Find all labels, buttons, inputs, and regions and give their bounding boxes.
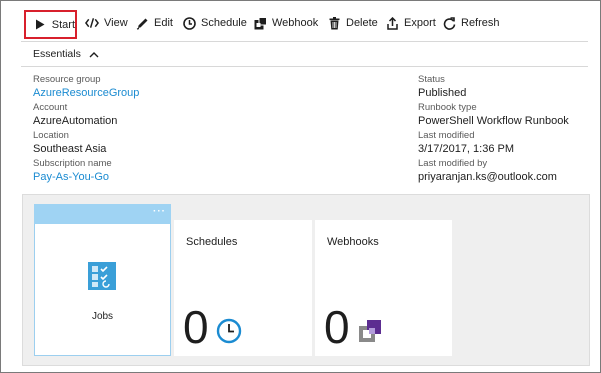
webhook-button[interactable]: Webhook (253, 11, 318, 35)
start-label: Start (51, 18, 75, 31)
prop-value: PowerShell Workflow Runbook (418, 115, 569, 127)
pencil-icon (135, 16, 149, 30)
prop-label: Account (33, 102, 68, 113)
essentials-label: Essentials (33, 48, 81, 60)
subscription-link[interactable]: Pay-As-You-Go (33, 170, 112, 185)
prop-runbook-type: Runbook type PowerShell Workflow Runbook (418, 102, 569, 129)
prop-label: Resource group (33, 74, 101, 85)
chevron-up-icon (89, 51, 99, 58)
schedule-label: Schedule (201, 17, 247, 29)
code-icon (85, 16, 99, 30)
tiles-area: ··· Jobs Schedules 0 Webhooks 0 (22, 194, 590, 366)
prop-value: 3/17/2017, 1:36 PM (418, 143, 515, 155)
refresh-label: Refresh (461, 17, 500, 29)
prop-label: Subscription name (33, 158, 112, 169)
export-label: Export (404, 17, 436, 29)
prop-value: Southeast Asia (33, 143, 107, 155)
prop-value: priyaranjan.ks@outlook.com (418, 171, 557, 183)
essentials-toggle[interactable]: Essentials (21, 41, 588, 67)
tile-menu-icon[interactable]: ··· (153, 206, 166, 217)
prop-status: Status Published (418, 74, 466, 101)
export-button[interactable]: Export (385, 11, 436, 35)
jobs-tile[interactable]: ··· Jobs (34, 204, 171, 356)
edit-button[interactable]: Edit (135, 11, 173, 35)
view-label: View (104, 17, 128, 29)
webhooks-tile[interactable]: Webhooks 0 (315, 220, 452, 356)
schedules-count: 0 (183, 301, 209, 353)
command-bar: Start View Edit Schedule Webhook Delete … (1, 1, 600, 41)
schedule-button[interactable]: Schedule (182, 11, 247, 35)
prop-last-modified-by: Last modified by priyaranjan.ks@outlook.… (418, 158, 557, 185)
prop-label: Status (418, 74, 445, 85)
webhooks-count: 0 (324, 301, 350, 353)
prop-location: Location Southeast Asia (33, 130, 106, 157)
delete-label: Delete (346, 17, 378, 29)
schedules-title: Schedules (186, 236, 238, 248)
refresh-button[interactable]: Refresh (442, 11, 500, 35)
webhook-icon (357, 318, 383, 344)
jobs-label: Jobs (91, 311, 114, 322)
prop-last-modified: Last modified 3/17/2017, 1:36 PM (418, 130, 514, 157)
prop-label: Last modified by (418, 158, 488, 169)
clock-icon (216, 318, 242, 344)
prop-label: Runbook type (418, 102, 477, 113)
delete-button[interactable]: Delete (327, 11, 378, 35)
webhook-icon (253, 16, 267, 30)
prop-label: Location (33, 130, 69, 141)
edit-label: Edit (154, 17, 173, 29)
trash-icon (327, 16, 341, 30)
prop-account: Account AzureAutomation (33, 102, 117, 129)
play-icon (33, 18, 47, 32)
view-button[interactable]: View (85, 11, 128, 35)
prop-label: Last modified (418, 130, 475, 141)
prop-value: AzureAutomation (33, 115, 118, 127)
refresh-icon (442, 16, 456, 30)
webhooks-title: Webhooks (327, 236, 379, 248)
webhook-label: Webhook (272, 17, 319, 29)
prop-subscription-name: Subscription name Pay-As-You-Go (33, 158, 112, 185)
jobs-tile-header: ··· (34, 204, 171, 224)
start-button[interactable]: Start (24, 10, 77, 39)
prop-resource-group: Resource group AzureResourceGroup (33, 74, 139, 101)
export-icon (385, 16, 399, 30)
prop-value: Published (418, 87, 467, 99)
resource-group-link[interactable]: AzureResourceGroup (33, 86, 139, 101)
clock-icon (182, 16, 196, 30)
schedules-tile[interactable]: Schedules 0 (174, 220, 312, 356)
runbook-blade: Start View Edit Schedule Webhook Delete … (0, 0, 601, 373)
jobs-icon (87, 261, 117, 291)
